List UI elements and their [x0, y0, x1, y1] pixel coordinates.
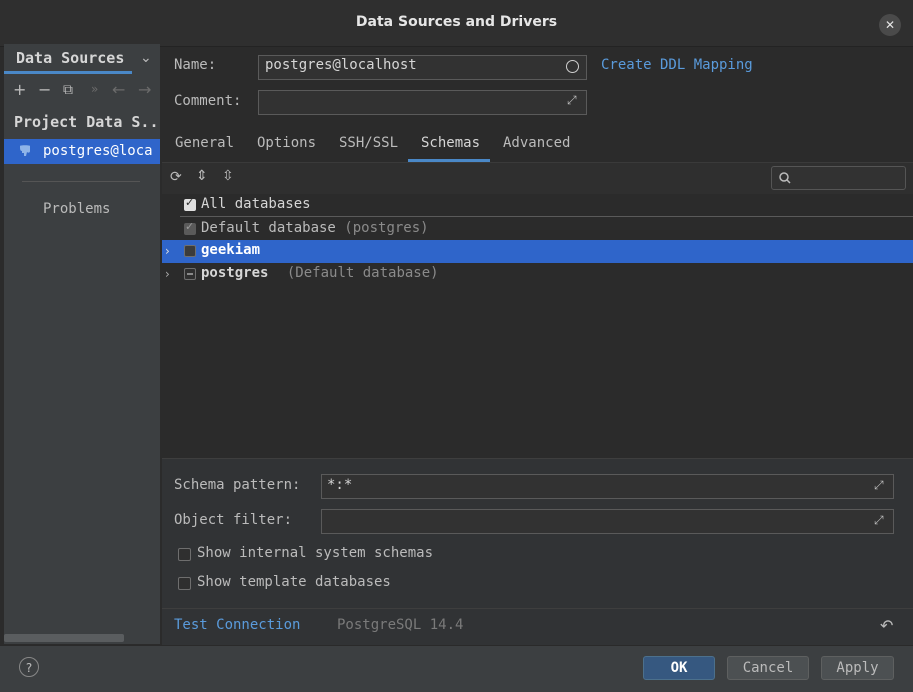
divider: [22, 181, 140, 182]
tree-row-note: (Default database): [286, 265, 439, 281]
expand-icon[interactable]: ⤢: [874, 513, 884, 528]
remove-icon[interactable]: −: [38, 80, 51, 99]
all-databases-label: All databases: [201, 196, 311, 212]
sidebar: [4, 44, 160, 644]
horizontal-scrollbar[interactable]: [4, 634, 124, 642]
tab-advanced[interactable]: Advanced: [503, 135, 570, 151]
tree-row-postgres: postgres (Default database): [201, 265, 439, 281]
revert-icon[interactable]: ↶: [880, 616, 893, 635]
postgres-checkbox[interactable]: [184, 268, 196, 280]
expand-icon[interactable]: ⤢: [874, 478, 884, 493]
sidebar-item-label: postgres@loca: [43, 143, 153, 159]
add-icon[interactable]: +: [13, 80, 26, 99]
tab-general[interactable]: General: [175, 135, 234, 151]
tab-schemas[interactable]: Schemas: [421, 135, 480, 151]
more-icon[interactable]: »: [91, 82, 98, 96]
back-arrow-icon[interactable]: ←: [112, 80, 125, 99]
object-filter-label: Object filter:: [174, 512, 293, 528]
apply-button[interactable]: Apply: [821, 656, 894, 680]
show-template-databases-label: Show template databases: [197, 574, 391, 590]
tab-options[interactable]: Options: [257, 135, 316, 151]
expand-all-icon[interactable]: ⇕: [196, 168, 208, 184]
copy-icon[interactable]: ⧉: [63, 82, 73, 98]
collapse-all-icon[interactable]: ⇳: [222, 168, 234, 184]
cancel-button[interactable]: Cancel: [727, 656, 809, 680]
default-database-label: Default database (postgres): [201, 220, 429, 236]
comment-input[interactable]: [258, 90, 587, 115]
schema-pattern-label: Schema pattern:: [174, 477, 301, 493]
show-internal-schemas-label: Show internal system schemas: [197, 545, 434, 561]
default-database-note: (postgres): [344, 220, 429, 236]
refresh-icon[interactable]: ⟳: [170, 169, 182, 185]
tab-ssh-ssl[interactable]: SSH/SSL: [339, 135, 398, 151]
comment-label: Comment:: [174, 93, 242, 109]
chevron-down-icon[interactable]: ⌄: [140, 50, 152, 66]
close-icon[interactable]: ✕: [879, 14, 901, 36]
tree-row-geekiam[interactable]: [162, 240, 913, 263]
status-circle-icon[interactable]: [566, 60, 579, 73]
geekiam-checkbox[interactable]: [184, 245, 196, 257]
search-icon: [779, 172, 791, 184]
data-sources-tab-label: Data Sources: [16, 49, 125, 67]
tab-underline: [4, 71, 132, 74]
help-button[interactable]: ?: [19, 657, 39, 677]
schema-pattern-value: *:*: [327, 477, 353, 493]
forward-arrow-icon[interactable]: →: [138, 80, 151, 99]
tree-row-label: postgres: [201, 265, 269, 281]
name-input-value: postgres@localhost: [265, 57, 417, 73]
divider: [180, 216, 913, 217]
driver-version: PostgreSQL 14.4: [337, 617, 464, 633]
test-connection-link[interactable]: Test Connection: [174, 617, 300, 633]
tree-row-label: geekiam: [201, 242, 261, 258]
problems-item[interactable]: Problems: [43, 201, 110, 217]
project-data-sources-heading: Project Data S..: [14, 113, 159, 131]
show-template-databases-checkbox[interactable]: [178, 577, 191, 590]
object-filter-input[interactable]: [321, 509, 894, 534]
ok-button[interactable]: OK: [643, 656, 715, 680]
schema-pattern-input[interactable]: [321, 474, 894, 499]
chevron-right-icon[interactable]: ›: [165, 267, 170, 281]
chevron-right-icon[interactable]: ›: [165, 244, 170, 258]
create-ddl-mapping-link[interactable]: Create DDL Mapping: [601, 57, 753, 73]
window-title: Data Sources and Drivers: [355, 14, 558, 30]
all-databases-checkbox[interactable]: [184, 196, 196, 211]
postgres-elephant-icon: [20, 145, 30, 156]
expand-icon[interactable]: ⤢: [567, 93, 577, 108]
name-label: Name:: [174, 57, 217, 73]
default-database-text: Default database: [201, 220, 336, 236]
show-internal-schemas-checkbox[interactable]: [178, 548, 191, 561]
default-database-checkbox[interactable]: [184, 220, 196, 235]
